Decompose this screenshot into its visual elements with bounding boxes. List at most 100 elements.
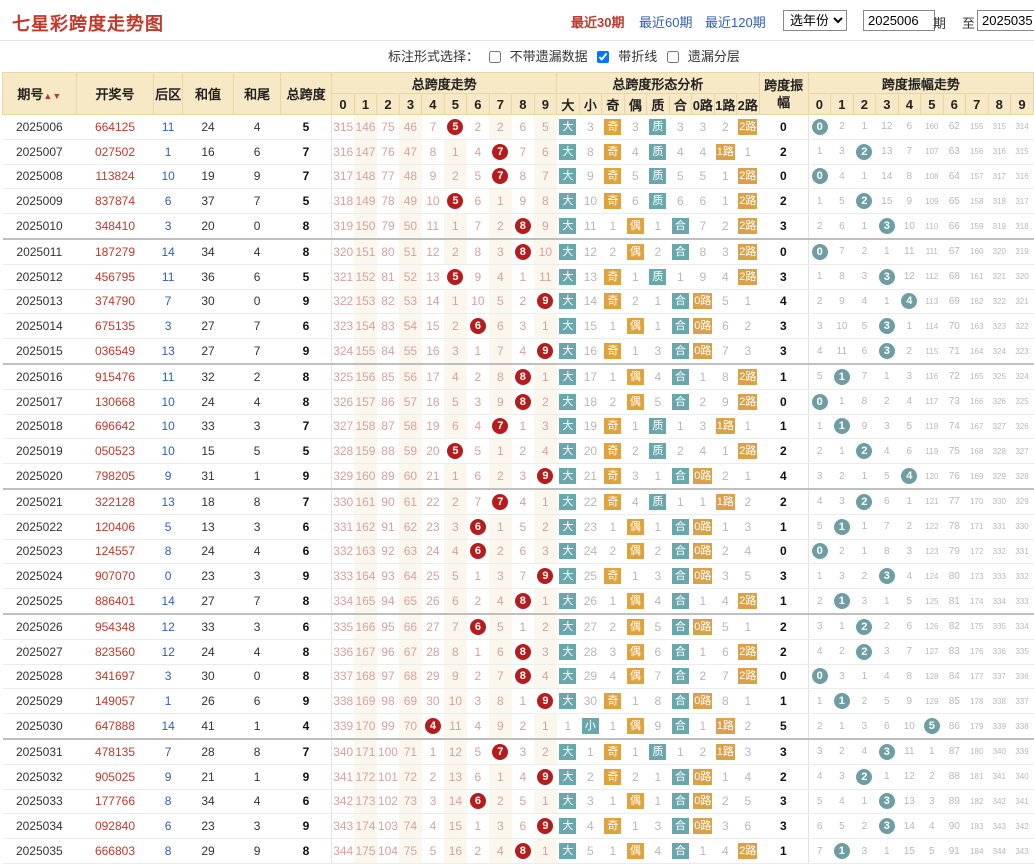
shape-missing-cell: 1: [691, 588, 715, 615]
shape-col-header: 奇: [601, 93, 625, 115]
shape-tag: 大: [559, 693, 577, 710]
draw-number-cell: 120406: [76, 514, 154, 540]
shape-missing-cell: 2: [691, 664, 715, 690]
range-to-input[interactable]: [977, 10, 1034, 31]
trend-digit-header: 3: [398, 93, 423, 115]
trend-missing-cell: 2: [534, 389, 557, 415]
shape-missing-cell: 1: [669, 737, 692, 765]
polyline-label[interactable]: 带折线: [618, 49, 657, 64]
shape-cell: 大: [556, 688, 580, 715]
amp-missing-cell: 1: [808, 414, 831, 440]
trend-missing-cell: 154: [354, 313, 377, 340]
amp-missing-cell: 67: [943, 237, 966, 265]
shape-cell: 奇: [601, 338, 625, 365]
range-from-input[interactable]: [863, 10, 935, 31]
polyline-checkbox[interactable]: [597, 51, 610, 63]
amp-missing-cell: 341: [988, 764, 1011, 790]
amp-hit-ball: 3: [878, 793, 895, 810]
trend-missing-cell: 2: [489, 213, 512, 240]
period-60-link[interactable]: 最近60期: [639, 12, 692, 31]
trend-missing-cell: 1: [511, 414, 535, 440]
trend-missing-cell: 60: [399, 463, 422, 490]
shape-tag: 偶: [626, 643, 644, 660]
amp-trend-cell: 0: [808, 164, 831, 190]
tail-cell: 0: [233, 289, 281, 315]
trend-missing-cell: 321: [331, 264, 355, 290]
trend-missing-cell: 54: [399, 313, 422, 340]
amp-missing-cell: 340: [988, 737, 1011, 765]
shape-missing-cell: 12: [579, 237, 602, 265]
no-missing-label[interactable]: 不带遗漏数据: [510, 49, 588, 64]
shape-cell: 0路: [691, 764, 715, 790]
span-hit-ball: 8: [514, 368, 531, 385]
amp-missing-cell: 329: [1010, 487, 1034, 515]
issue-cell: 2025009: [2, 188, 77, 215]
amp-trend-cell: 2: [853, 438, 876, 465]
amp-digit-header: 1: [830, 93, 854, 115]
shape-cell: 0路: [691, 463, 715, 490]
amp-missing-cell: 78: [943, 514, 966, 540]
trend-digit-header: 8: [511, 93, 535, 115]
tail-cell: 9: [233, 164, 281, 190]
col-issue[interactable]: 期号▲▼: [2, 72, 77, 115]
amp-trend-cell: 2: [853, 188, 876, 215]
amp-missing-cell: 330: [988, 487, 1011, 515]
shape-cell: 质: [646, 487, 670, 515]
trend-missing-cell: 11: [444, 713, 467, 740]
trend-missing-cell: 6: [489, 639, 512, 665]
missing-layer-label[interactable]: 遗漏分层: [688, 49, 740, 64]
shape-cell: 合: [669, 838, 692, 864]
shape-col-header: 2路: [736, 93, 760, 115]
shape-cell: 合: [669, 813, 692, 840]
amp-missing-cell: 1: [853, 539, 876, 565]
shape-cell: 合: [669, 713, 692, 740]
shape-tag: 0路: [693, 318, 713, 335]
year-select[interactable]: 选年份: [783, 10, 847, 31]
amp-missing-cell: 91: [943, 838, 966, 864]
shape-missing-cell: 30: [579, 688, 602, 715]
trend-missing-cell: 92: [376, 539, 400, 565]
trend-missing-cell: 15: [421, 313, 445, 340]
range-from-label: 期: [933, 16, 947, 31]
trend-missing-cell: 160: [354, 463, 377, 490]
period-30-link[interactable]: 最近30期: [571, 12, 624, 31]
shape-cell: 2路: [736, 438, 760, 465]
trend-missing-cell: 68: [399, 664, 422, 690]
shape-cell: 0路: [691, 338, 715, 365]
amp-missing-cell: 340: [1010, 764, 1034, 790]
amp-missing-cell: 62: [943, 114, 966, 140]
shape-cell: 合: [669, 313, 692, 340]
trend-cell: 7: [489, 139, 512, 165]
trend-missing-cell: 3: [511, 463, 535, 490]
amp-hit-ball: 2: [856, 768, 873, 785]
missing-layer-checkbox[interactable]: [666, 51, 679, 63]
trend-missing-cell: 2: [444, 164, 467, 190]
trend-missing-cell: 30: [421, 688, 445, 715]
table-row: 2025007 027502 1 16 6 7 316 147 76 47 8 1 4 7 7 6 大 8 奇 4 质 4…: [2, 139, 1034, 165]
trend-cell: 8: [511, 237, 535, 265]
trend-missing-cell: 58: [399, 414, 422, 440]
shape-missing-cell: 4: [691, 438, 715, 465]
amp-cell: 4: [759, 289, 809, 315]
no-missing-checkbox[interactable]: [488, 51, 501, 63]
trend-missing-cell: 336: [331, 639, 355, 665]
trend-missing-cell: 156: [354, 362, 377, 390]
amp-missing-cell: 1: [853, 114, 876, 140]
sum-cell: 41: [182, 713, 234, 740]
shape-tag: 合: [671, 618, 689, 635]
span-cell: 6: [280, 539, 333, 565]
shape-missing-cell: 1: [714, 514, 737, 540]
amp-missing-cell: 113: [920, 289, 944, 315]
span-hit-ball: 9: [537, 468, 554, 485]
trend-missing-cell: 1: [534, 713, 557, 740]
tail-cell: 4: [233, 389, 281, 415]
shape-tag: 1路: [715, 143, 735, 160]
trend-missing-cell: 7: [444, 612, 467, 640]
sort-arrows-icon[interactable]: ▲▼: [43, 91, 61, 101]
shape-tag: 大: [559, 568, 577, 585]
shape-cell: 0路: [691, 313, 715, 340]
trend-missing-cell: 322: [331, 289, 355, 315]
amp-missing-cell: 9: [898, 688, 921, 715]
span-hit-ball: 9: [537, 293, 554, 310]
period-120-link[interactable]: 最近120期: [705, 12, 766, 31]
